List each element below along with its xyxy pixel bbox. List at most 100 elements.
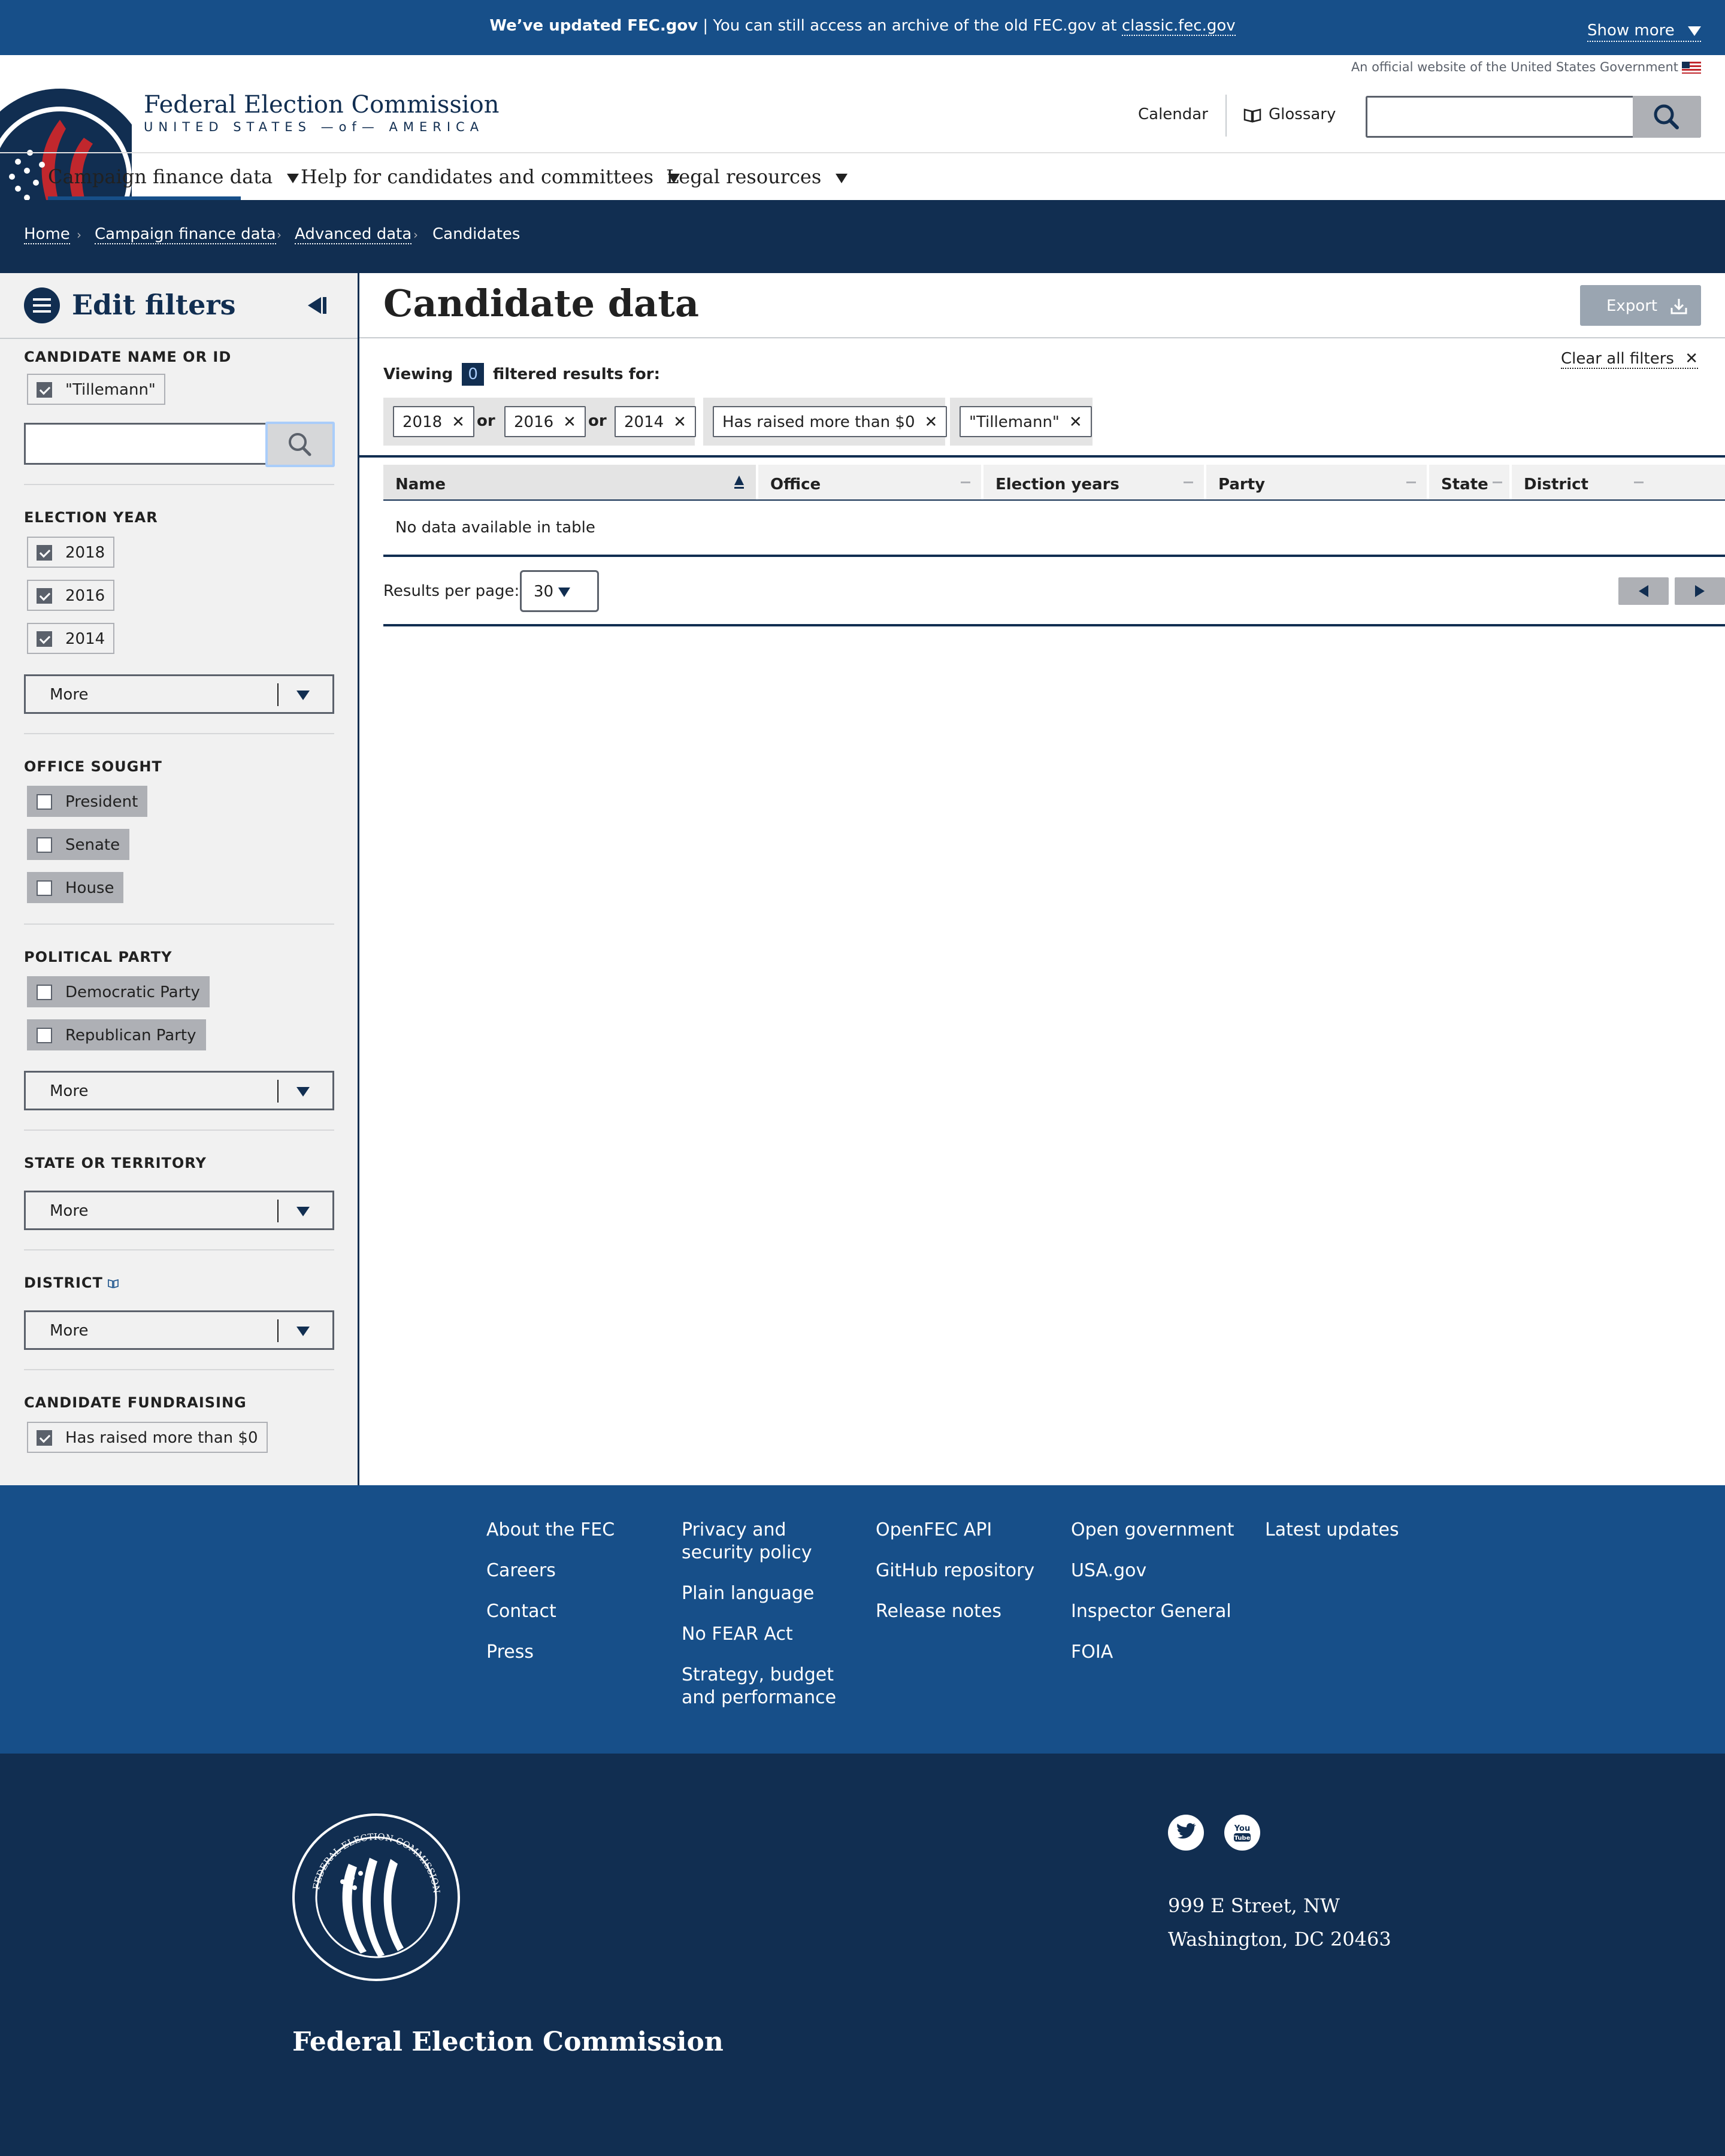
breadcrumb-separator: › [77,228,81,242]
main-nav: Campaign finance data Help for candidate… [0,152,1725,201]
footer-link-foia[interactable]: FOIA [1071,1641,1234,1664]
election-year-more-dropdown[interactable]: More [24,674,334,714]
candidate-search-button[interactable] [265,422,335,467]
tag-year-2014[interactable]: 2014 ✕ [615,406,696,437]
filter-office-president[interactable]: President [27,786,148,817]
chevron-down-icon [1687,26,1701,36]
tag-year-2018[interactable]: 2018 ✕ [393,406,474,437]
nav-help-candidates[interactable]: Help for candidates and committees [301,165,680,188]
footer-link-strategy[interactable]: Strategy, budget and performance [682,1664,855,1709]
nav-label: Legal resources [666,165,822,188]
state-more-dropdown[interactable]: More [24,1191,334,1230]
column-header-party[interactable]: Party [1206,465,1427,499]
footer-link-careers[interactable]: Careers [486,1560,615,1582]
filter-office-senate[interactable]: Senate [27,829,130,860]
column-header-district[interactable]: District [1512,465,1725,499]
filter-icon [24,287,60,323]
party-more-dropdown[interactable]: More [24,1071,334,1110]
site-search-button[interactable] [1633,96,1701,138]
breadcrumb-current: Candidates [432,225,520,243]
column-header-name[interactable]: Name [383,465,756,499]
close-icon[interactable]: ✕ [1069,413,1082,431]
tag-name-tillemann[interactable]: "Tillemann" ✕ [960,406,1092,437]
district-more-dropdown[interactable]: More [24,1310,334,1350]
footer-link-no-fear-act[interactable]: No FEAR Act [682,1623,855,1646]
collapse-filters-button[interactable] [304,295,328,319]
youtube-link[interactable]: You Tube [1224,1815,1260,1851]
footer-link-usa-gov[interactable]: USA.gov [1071,1560,1234,1582]
footer-link-press[interactable]: Press [486,1641,615,1664]
footer-site-name: Federal Election Commission [292,2027,724,2057]
tag-year-2016[interactable]: 2016 ✕ [504,406,586,437]
twitter-link[interactable] [1168,1815,1204,1851]
checkbox-label: Republican Party [65,1026,196,1044]
chevron-down-icon [836,173,848,183]
filter-party-democratic[interactable]: Democratic Party [27,976,210,1007]
filter-title: Edit filters [72,289,236,321]
previous-page-button[interactable] [1618,577,1669,605]
breadcrumb-advanced-data[interactable]: Advanced data [295,225,412,244]
checkbox-label: President [65,793,138,811]
footer-bottom: FEDERAL ELECTION COMMISSION Federal Elec… [0,1754,1725,2156]
filter-year-2014[interactable]: 2014 [27,623,115,654]
clear-all-filters-button[interactable]: Clear all filters ✕ [1561,350,1698,369]
footer-link-inspector-general[interactable]: Inspector General [1071,1600,1234,1623]
footer-link-openfec-api[interactable]: OpenFEC API [876,1519,1034,1542]
footer-link-contact[interactable]: Contact [486,1600,615,1623]
address-line-2: Washington, DC 20463 [1168,1928,1391,1951]
site-title[interactable]: Federal Election Commission [144,91,500,119]
glossary-link[interactable]: Glossary [1243,105,1336,123]
export-button[interactable]: Export [1580,285,1701,326]
calendar-link[interactable]: Calendar [1138,105,1208,123]
arrow-right-icon [1695,585,1705,597]
show-more-button[interactable]: Show more [1587,22,1701,42]
footer-link-github[interactable]: GitHub repository [876,1560,1034,1582]
site-search-input[interactable] [1366,96,1701,138]
column-header-office[interactable]: Office [758,465,981,499]
clear-label: Clear all filters [1561,350,1674,368]
chevron-down-icon [287,173,299,183]
breadcrumb-campaign-finance[interactable]: Campaign finance data [95,225,276,244]
close-icon[interactable]: ✕ [925,413,938,431]
next-page-button[interactable] [1675,577,1725,605]
column-label: Party [1218,476,1266,493]
filter-party-republican[interactable]: Republican Party [27,1019,206,1050]
search-icon [1654,104,1679,129]
footer-link-release-notes[interactable]: Release notes [876,1600,1034,1623]
close-icon[interactable]: ✕ [563,413,576,431]
glossary-book-icon[interactable] [108,1279,119,1289]
filter-name-tillemann[interactable]: "Tillemann" [27,374,165,405]
footer-link-open-government[interactable]: Open government [1071,1519,1234,1542]
filter-year-2016[interactable]: 2016 [27,580,115,611]
tag-raised-more-than-zero[interactable]: Has raised more than $0 ✕ [713,406,948,437]
sort-icon [1184,482,1193,483]
nav-legal-resources[interactable]: Legal resources [666,165,848,188]
glossary-label: Glossary [1269,105,1336,123]
svg-text:Tube: Tube [1234,1835,1251,1842]
footer-link-plain-language[interactable]: Plain language [682,1582,855,1605]
filter-sidebar: Edit filters CANDIDATE NAME OR ID "Tille… [0,273,359,1485]
dropdown-label: More [50,1322,89,1340]
breadcrumb-home[interactable]: Home [24,225,70,244]
dropdown-label: More [50,686,89,704]
footer-link-about[interactable]: About the FEC [486,1519,615,1542]
chevron-down-icon [296,691,310,700]
section-election-year: ELECTION YEAR [24,509,158,526]
classic-fec-link[interactable]: classic.fec.gov [1121,17,1236,36]
footer-link-privacy[interactable]: Privacy and security policy [682,1519,855,1564]
results-per-page-select[interactable]: 30 [520,570,599,612]
close-icon[interactable]: ✕ [452,413,465,431]
nav-campaign-finance[interactable]: Campaign finance data [48,165,299,188]
candidate-name-input[interactable] [24,423,267,465]
filter-office-house[interactable]: House [27,872,124,903]
close-icon[interactable]: ✕ [673,413,686,431]
column-header-state[interactable]: State [1429,465,1509,499]
breadcrumb-separator: › [413,228,418,242]
footer-link-latest-updates[interactable]: Latest updates [1265,1519,1399,1542]
column-header-election-years[interactable]: Election years [983,465,1204,499]
sort-icon [1634,482,1644,483]
filter-year-2018[interactable]: 2018 [27,537,115,568]
arrow-left-icon [1639,585,1648,597]
filter-raised-more-than-zero[interactable]: Has raised more than $0 [27,1422,268,1453]
chevron-down-icon [558,587,571,597]
